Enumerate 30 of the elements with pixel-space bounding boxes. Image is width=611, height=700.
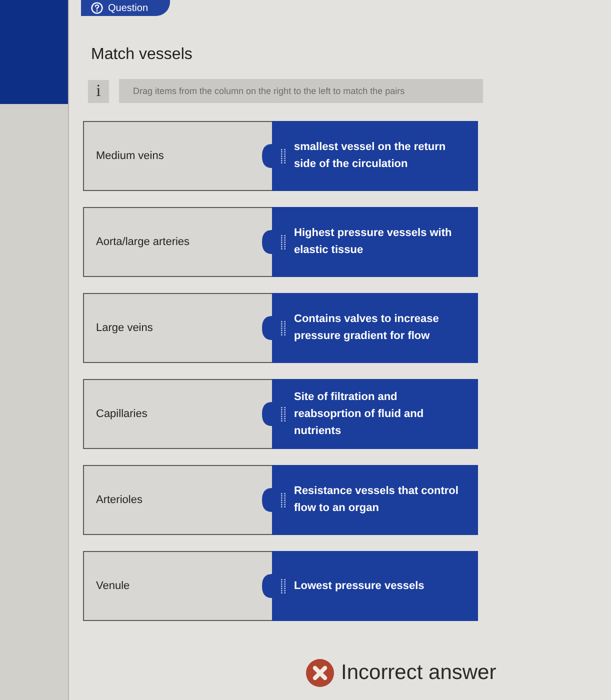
question-title: Match vessels <box>91 45 192 65</box>
help-circle-icon <box>91 2 103 14</box>
info-icon: i <box>88 80 109 102</box>
drag-handle-icon <box>281 320 286 336</box>
term-card: Capillaries <box>83 379 272 449</box>
connector-tab-icon <box>262 488 274 512</box>
drag-handle-icon <box>281 148 286 164</box>
answer-card[interactable]: Site of filtration and reabsoprtion of fluid and nutrients <box>272 379 478 449</box>
drag-handle-icon <box>281 234 286 250</box>
drag-handle-icon <box>281 492 286 508</box>
answer-card[interactable]: Contains valves to increase pressure gradient for flow <box>272 293 478 363</box>
term-card: Aorta/large arteries <box>83 207 272 277</box>
answer-card[interactable]: smallest vessel on the return side of the circulation <box>272 121 478 191</box>
answer-card[interactable]: Highest pressure vessels with elastic tissue <box>272 207 478 277</box>
drag-handle-icon <box>281 578 286 594</box>
connector-tab-icon <box>262 316 274 340</box>
term-card: Large veins <box>83 293 272 363</box>
connector-tab-icon <box>262 230 274 254</box>
result-message: Incorrect answer <box>341 661 496 685</box>
answer-card[interactable]: Resistance vessels that control flow to an organ <box>272 465 478 535</box>
answer-card[interactable]: Lowest pressure vessels <box>272 551 478 621</box>
instruction-text: Drag items from the column on the right to the left to match the pairs <box>119 79 483 103</box>
connector-tab-icon <box>262 574 274 598</box>
term-card: Medium veins <box>83 121 272 191</box>
term-card: Arterioles <box>83 465 272 535</box>
connector-tab-icon <box>262 144 274 168</box>
connector-tab-icon <box>262 402 274 426</box>
term-card: Venule <box>83 551 272 621</box>
drag-handle-icon <box>281 406 286 422</box>
question-tab[interactable]: Question <box>81 0 170 16</box>
